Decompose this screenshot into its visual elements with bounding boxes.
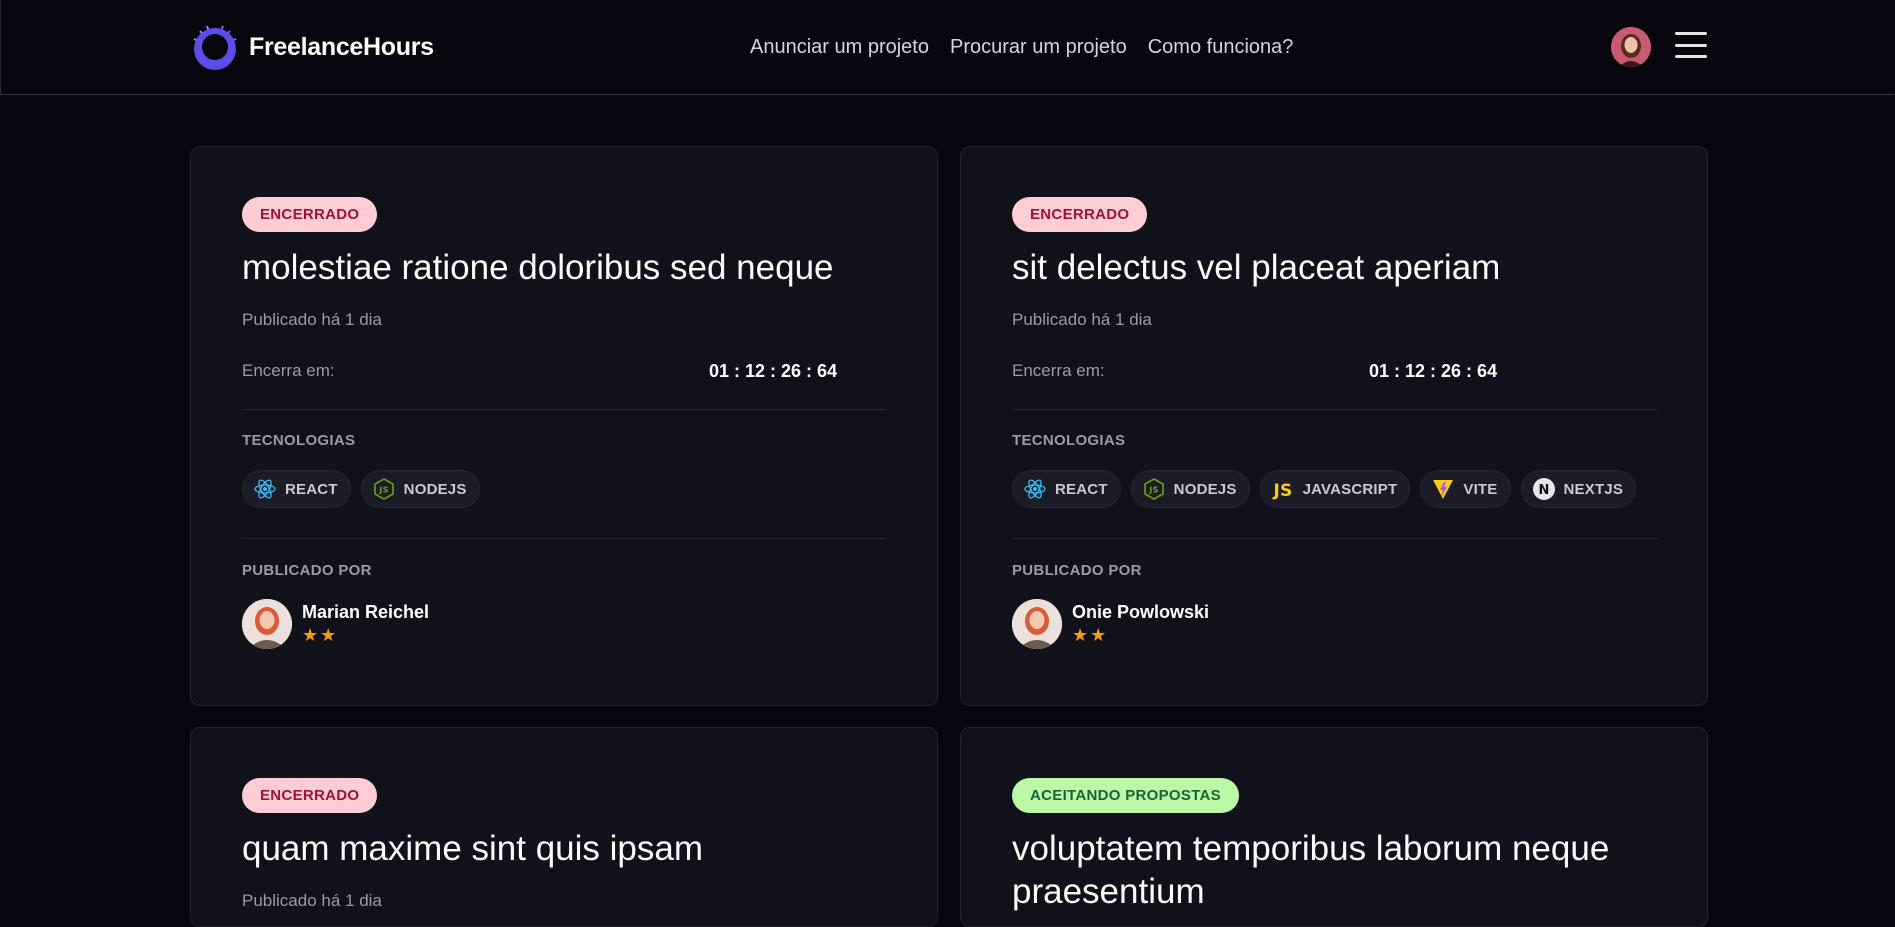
- tech-tag-label: NEXTJS: [1563, 480, 1624, 498]
- status-badge: ENCERRADO: [242, 778, 378, 813]
- project-card[interactable]: ENCERRADO sit delectus vel placeat aperi…: [960, 146, 1708, 706]
- tech-tag-label: VITE: [1463, 480, 1498, 498]
- svg-text:JS: JS: [1148, 486, 1158, 495]
- published-date: Publicado há 1 dia: [1012, 310, 1152, 329]
- divider: [242, 538, 887, 539]
- nav-link-how-it-works[interactable]: Como funciona?: [1148, 36, 1294, 59]
- ends-label: Encerra em:: [242, 361, 335, 380]
- ends-row: Encerra em: 01 : 12 : 26 : 64: [242, 361, 887, 385]
- tech-tag-label: JAVASCRIPT: [1302, 480, 1398, 498]
- divider: [1012, 538, 1657, 539]
- tech-tag-label: REACT: [285, 480, 338, 498]
- project-card[interactable]: ENCERRADO quam maxime sint quis ipsam Pu…: [190, 727, 938, 927]
- technologies-label: TECNOLOGIAS: [242, 432, 356, 449]
- project-card[interactable]: ACEITANDO PROPOSTAS voluptatem temporibu…: [960, 727, 1708, 927]
- svg-text:JS: JS: [1272, 481, 1292, 501]
- author[interactable]: Onie Powlowski ★★: [1012, 599, 1657, 649]
- tech-tags: REACT JS NODEJS JS JAVASCRIPT VITE N NEX…: [1012, 470, 1657, 508]
- tech-tag-nextjs: N NEXTJS: [1520, 470, 1637, 508]
- vite-icon: [1431, 477, 1455, 501]
- tech-tag-nodejs: JS NODEJS: [360, 470, 480, 508]
- rating-stars: ★★: [302, 625, 339, 645]
- nodejs-icon: JS: [1142, 477, 1166, 501]
- author-name: Onie Powlowski: [1072, 602, 1210, 622]
- hamburger-menu-icon[interactable]: [1675, 32, 1707, 58]
- tech-tag-javascript: JS JAVASCRIPT: [1259, 470, 1411, 508]
- technologies-label: TECNOLOGIAS: [1012, 432, 1126, 449]
- svg-text:JS: JS: [378, 486, 388, 495]
- author-avatar: [242, 599, 292, 649]
- published-date: Publicado há 1 dia: [242, 310, 382, 329]
- project-title[interactable]: molestiae ratione doloribus sed neque: [242, 246, 887, 289]
- divider: [242, 409, 887, 410]
- project-title[interactable]: quam maxime sint quis ipsam: [242, 827, 887, 870]
- tech-tag-label: REACT: [1055, 480, 1108, 498]
- status-badge: ENCERRADO: [242, 197, 378, 232]
- rating-stars: ★★: [1072, 625, 1109, 645]
- status-badge: ENCERRADO: [1012, 197, 1148, 232]
- react-icon: [1023, 477, 1047, 501]
- tech-tag-vite: VITE: [1420, 470, 1511, 508]
- author-avatar: [1012, 599, 1062, 649]
- nav-link-post-project[interactable]: Anunciar um projeto: [750, 36, 929, 59]
- published-date: Publicado há 1 dia: [242, 891, 382, 910]
- user-avatar[interactable]: [1611, 27, 1651, 67]
- countdown-timer: 01 : 12 : 26 : 64: [1369, 361, 1498, 381]
- project-card[interactable]: ENCERRADO molestiae ratione doloribus se…: [190, 146, 938, 706]
- author[interactable]: Marian Reichel ★★: [242, 599, 887, 649]
- ends-label: Encerra em:: [1012, 361, 1105, 380]
- javascript-icon: JS: [1271, 477, 1295, 501]
- svg-text:N: N: [1538, 483, 1549, 498]
- ends-row: Encerra em: 01 : 12 : 26 : 64: [1012, 361, 1657, 385]
- top-navbar: FreelanceHours Anunciar um projeto Procu…: [0, 0, 1894, 95]
- brand-logo[interactable]: FreelanceHours: [191, 23, 434, 71]
- published-by-label: PUBLICADO POR: [1012, 562, 1142, 579]
- react-icon: [253, 477, 277, 501]
- nav-link-find-project[interactable]: Procurar um projeto: [950, 36, 1127, 59]
- brand-name: FreelanceHours: [249, 32, 434, 61]
- tech-tag-nodejs: JS NODEJS: [1130, 470, 1250, 508]
- countdown-timer: 01 : 12 : 26 : 64: [709, 361, 838, 381]
- main-nav: Anunciar um projeto Procurar um projeto …: [750, 36, 1293, 59]
- author-name: Marian Reichel: [302, 602, 430, 622]
- nextjs-icon: N: [1532, 477, 1556, 501]
- tech-tag-react: REACT: [1012, 470, 1121, 508]
- logo-icon: [191, 23, 239, 71]
- project-title[interactable]: sit delectus vel placeat aperiam: [1012, 246, 1657, 289]
- published-by-label: PUBLICADO POR: [242, 562, 372, 579]
- tech-tag-react: REACT: [242, 470, 351, 508]
- status-badge: ACEITANDO PROPOSTAS: [1012, 778, 1239, 813]
- divider: [1012, 409, 1657, 410]
- tech-tags: REACT JS NODEJS: [242, 470, 887, 508]
- tech-tag-label: NODEJS: [403, 480, 467, 498]
- nodejs-icon: JS: [372, 477, 396, 501]
- tech-tag-label: NODEJS: [1173, 480, 1237, 498]
- project-title[interactable]: voluptatem temporibus laborum neque prae…: [1012, 827, 1657, 913]
